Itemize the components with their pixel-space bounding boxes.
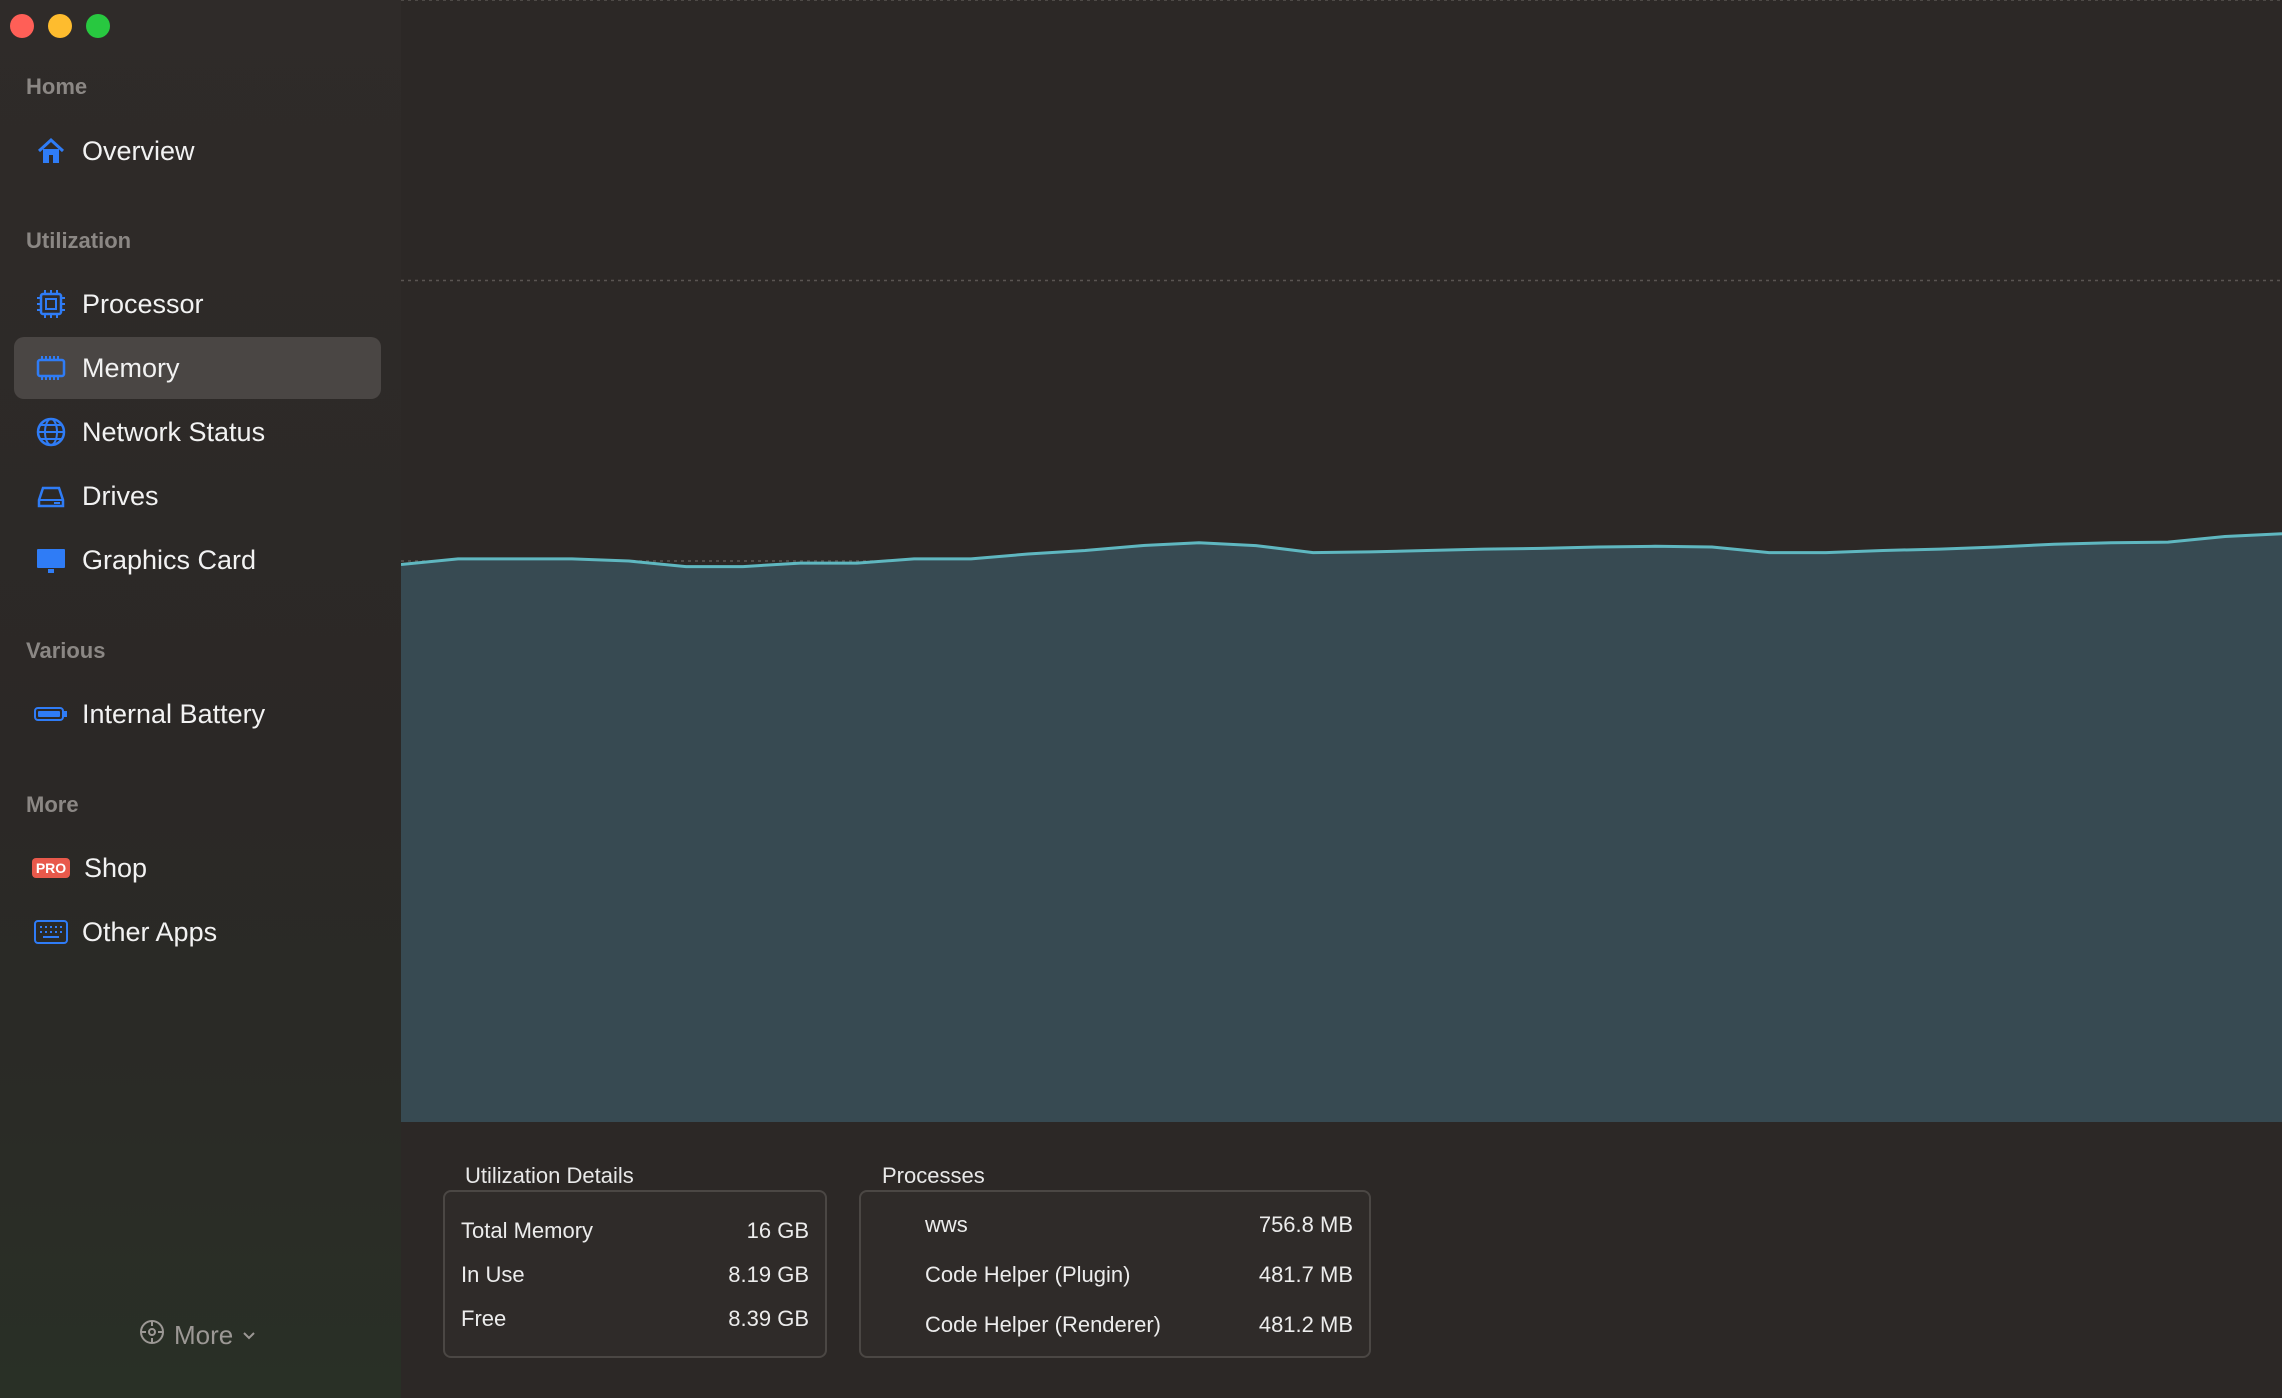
sidebar-item-drives[interactable]: Drives — [14, 465, 381, 527]
memory-icon — [34, 351, 68, 385]
memory-area-fill — [401, 533, 2282, 1122]
sidebar-item-label: Graphics Card — [82, 544, 257, 575]
process-name: wws — [925, 1212, 968, 1237]
processes-title: Processes — [882, 1163, 985, 1188]
minimize-window-button[interactable] — [48, 14, 72, 38]
utilization-label: In Use — [461, 1262, 525, 1287]
process-memory: 481.2 MB — [1258, 1312, 1353, 1337]
utilization-details-panel: Total Memory 16 GB In Use 8.19 GB Free 8… — [443, 1190, 827, 1358]
utilization-details-title: Utilization Details — [465, 1163, 634, 1188]
more-menu-label: More — [174, 1320, 234, 1350]
pro-badge-label: PRO — [31, 858, 71, 878]
app-window: Home Overview Utilization Processor Memo… — [0, 0, 2282, 1398]
processes-panel: wws 756.8 MB Code Helper (Plugin) 481.7 … — [859, 1190, 1371, 1358]
utilization-label: Total Memory — [461, 1218, 594, 1243]
process-name: Code Helper (Plugin) — [925, 1262, 1131, 1287]
memory-chart-svg — [400, 0, 2282, 1122]
sidebar: Home Overview Utilization Processor Memo… — [0, 0, 401, 1398]
utilization-value: 16 GB — [746, 1218, 809, 1243]
pro-badge-icon: PRO — [31, 851, 71, 885]
process-row[interactable]: wws 756.8 MB — [925, 1212, 1353, 1238]
window-controls — [10, 14, 110, 38]
process-row[interactable]: Code Helper (Renderer) 481.2 MB — [925, 1312, 1353, 1338]
keyboard-icon — [34, 915, 68, 949]
globe-icon — [34, 415, 68, 449]
sidebar-item-label: Other Apps — [82, 916, 218, 947]
sidebar-item-label: Memory — [82, 352, 180, 383]
sidebar-item-internal-battery[interactable]: Internal Battery — [14, 683, 381, 745]
utilization-row: Total Memory 16 GB — [461, 1218, 809, 1244]
utilization-value: 8.19 GB — [728, 1262, 809, 1287]
sidebar-item-memory[interactable]: Memory — [14, 337, 381, 399]
sidebar-item-shop[interactable]: PRO Shop — [14, 837, 381, 899]
cpu-icon — [34, 287, 68, 321]
zoom-window-button[interactable] — [86, 14, 110, 38]
section-label-utilization: Utilization — [26, 228, 132, 253]
sidebar-item-label: Network Status — [82, 416, 266, 447]
process-memory: 481.7 MB — [1258, 1262, 1353, 1287]
gear-icon — [138, 1318, 166, 1353]
sidebar-item-label: Overview — [82, 135, 195, 166]
memory-usage-chart — [400, 0, 2282, 1122]
utilization-value: 8.39 GB — [728, 1306, 809, 1331]
house-icon — [34, 134, 68, 168]
drive-icon — [34, 479, 68, 513]
sidebar-item-label: Internal Battery — [82, 698, 266, 729]
sidebar-item-label: Shop — [84, 852, 148, 883]
sidebar-item-network-status[interactable]: Network Status — [14, 401, 381, 463]
section-label-more: More — [26, 792, 79, 817]
section-label-home: Home — [26, 74, 88, 99]
sidebar-item-label: Drives — [82, 480, 159, 511]
sidebar-item-processor[interactable]: Processor — [14, 273, 381, 335]
process-memory: 756.8 MB — [1258, 1212, 1353, 1237]
section-label-various: Various — [26, 638, 106, 663]
process-name: Code Helper (Renderer) — [925, 1312, 1161, 1337]
close-window-button[interactable] — [10, 14, 34, 38]
sidebar-item-other-apps[interactable]: Other Apps — [14, 901, 381, 963]
main-content: Utilization Details Total Memory 16 GB I… — [400, 0, 2282, 1398]
battery-icon — [34, 697, 68, 731]
utilization-row: Free 8.39 GB — [461, 1306, 809, 1332]
sidebar-item-overview[interactable]: Overview — [14, 120, 381, 182]
chevron-down-icon — [241, 1320, 257, 1351]
more-menu-button[interactable]: More — [138, 1318, 257, 1353]
utilization-label: Free — [461, 1306, 507, 1331]
display-icon — [34, 543, 68, 577]
process-row[interactable]: Code Helper (Plugin) 481.7 MB — [925, 1262, 1353, 1288]
sidebar-item-graphics-card[interactable]: Graphics Card — [14, 529, 381, 591]
utilization-row: In Use 8.19 GB — [461, 1262, 809, 1288]
sidebar-item-label: Processor — [82, 288, 204, 319]
